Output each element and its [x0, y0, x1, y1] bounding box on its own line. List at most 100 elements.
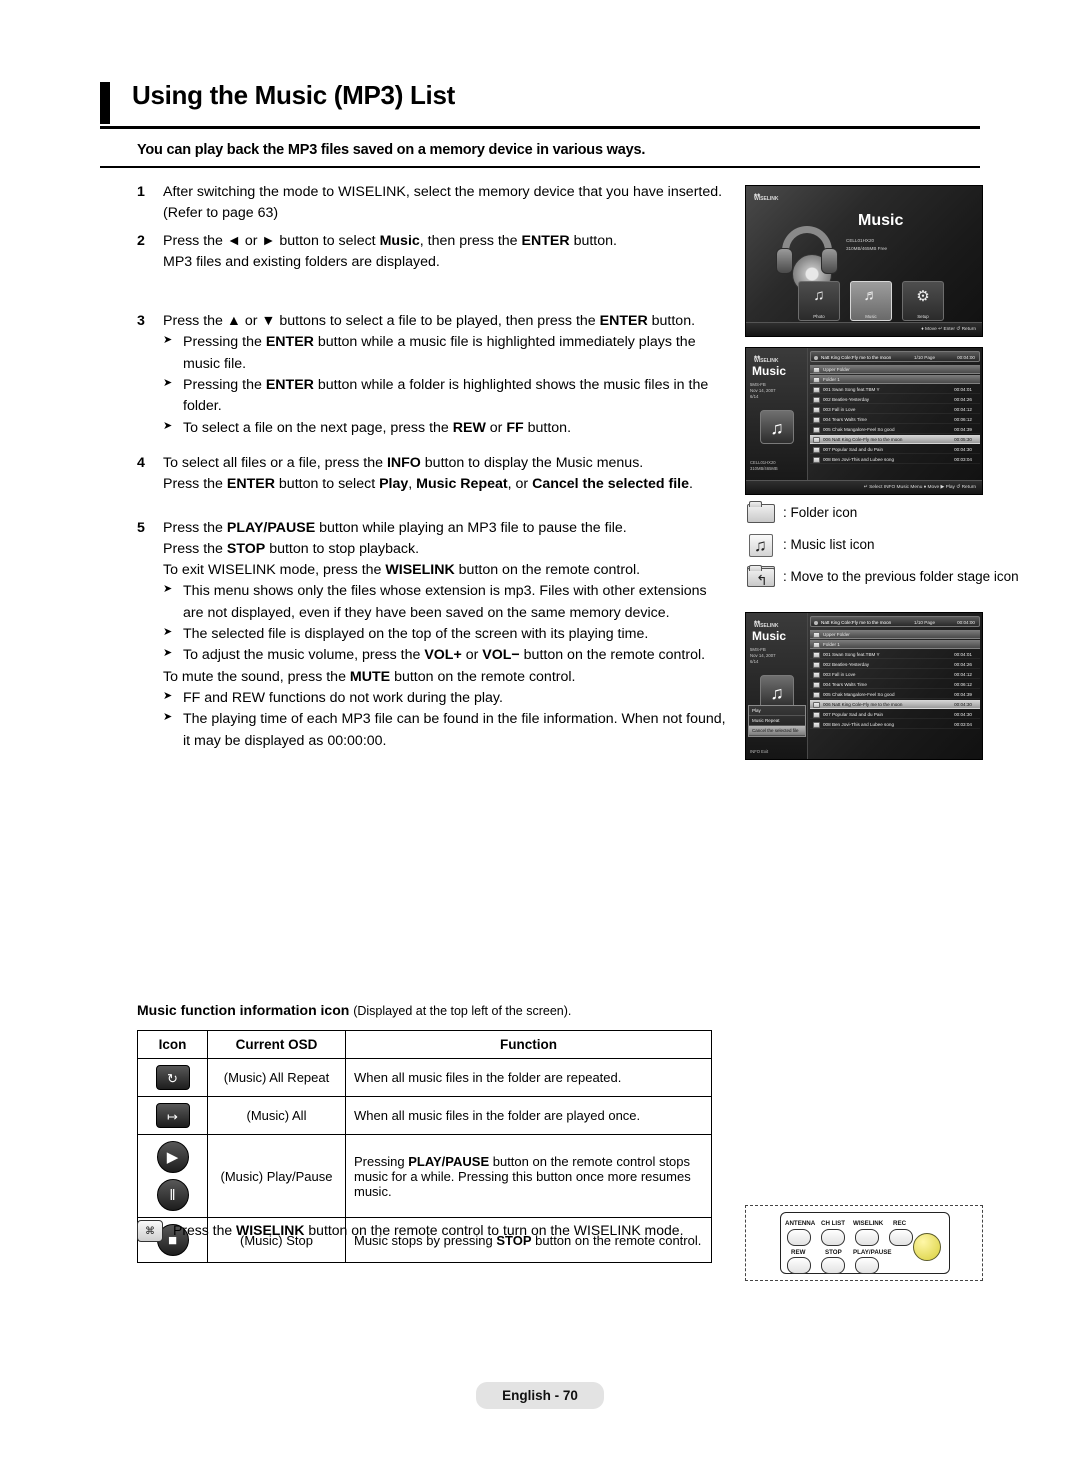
list-item[interactable]: 001 Swan Song feat.TBM Y 00:04:01	[810, 650, 980, 660]
stop-key[interactable]	[821, 1257, 845, 1274]
bullet-icon: ➤	[163, 419, 173, 432]
move-previous-folder-icon	[745, 564, 779, 590]
step-text-2: MP3 files and existing folders are displ…	[163, 253, 440, 270]
list-item[interactable]: 005 Chak Mangalore-Feel So good 00:04:39	[810, 425, 980, 435]
list-item-label: Folder 1	[823, 377, 840, 382]
folder-icon	[813, 376, 820, 383]
music-list-icon	[745, 532, 779, 559]
step-number: 3	[137, 313, 145, 330]
osd-title: Music	[752, 629, 787, 643]
list-item[interactable]: 002 Beatles-Yesterday 00:04:26	[810, 660, 980, 670]
table-row: ↦ (Music) All When all music files in th…	[137, 1096, 712, 1135]
legend-item-up-folder: : Move to the previous folder stage icon	[745, 564, 1045, 590]
step-5-bullet-5: ➤ The playing time of each MP3 file can …	[163, 711, 726, 749]
list-item-label: 008 Ben Jovi-This and Lubee song	[823, 722, 894, 727]
music-list-icon	[813, 386, 820, 393]
folder-icon	[813, 366, 820, 373]
list-item[interactable]: Upper Folder	[810, 630, 980, 640]
antenna-label: ANTENNA	[785, 1220, 816, 1227]
rew-key[interactable]	[787, 1257, 811, 1274]
list-item[interactable]: 008 Ben Jovi-This and Lubee song 00:03:0…	[810, 720, 980, 730]
list-item-time: 00:06:12	[954, 682, 972, 687]
osd-left-panel: ◆◆ WISELINK Music 5MS-FB Nov 14, 2007 6/1…	[746, 613, 808, 759]
list-item[interactable]: 004 Tears Walts Time 00:06:12	[810, 680, 980, 690]
pause-icon: ‖	[156, 1179, 189, 1211]
wiselink-label: WISELINK	[853, 1220, 884, 1227]
manual-page: Using the Music (MP3) List You can play …	[0, 0, 1080, 1482]
list-item-label: 003 Fall in Love	[823, 407, 856, 412]
step-4: 4 To select all files or a file, press t…	[137, 453, 727, 496]
list-item[interactable]: 007 Popular Sad and du Pain 00:04:30	[810, 445, 980, 455]
menu-item-cancel-selected-file[interactable]: Cancel the selected file	[749, 726, 805, 736]
music-list-icon	[813, 436, 820, 443]
list-item-label: 004 Tears Walts Time	[823, 682, 867, 687]
music-icon: ♬	[863, 287, 879, 304]
music-list-icon	[813, 396, 820, 403]
list-item[interactable]: 002 Beatles-Yesterday 00:04:26	[810, 395, 980, 405]
photo-tile[interactable]: ♫ Photo	[798, 281, 840, 321]
music-list-icon	[813, 721, 820, 728]
wiselink-logo: ◆◆ WISELINK	[754, 192, 779, 203]
music-tile[interactable]: ♬ Music	[850, 281, 892, 321]
list-item[interactable]: Folder 1	[810, 640, 980, 650]
antenna-key[interactable]	[787, 1229, 811, 1246]
ch-list-label: CH LIST	[821, 1220, 846, 1227]
list-item[interactable]: 003 Fall in Love 00:04:12	[810, 670, 980, 680]
list-item-label: 005 Chak Mangalore-Feel So good	[823, 692, 895, 697]
list-item-time: 00:04:30	[954, 447, 972, 452]
music-note-icon: ♫	[760, 410, 794, 444]
list-item[interactable]: 003 Fall in Love 00:04:12	[810, 405, 980, 415]
list-item[interactable]: Folder 1	[810, 375, 980, 385]
play-pause-key[interactable]	[855, 1257, 879, 1274]
osd-label: (Music) All	[207, 1096, 346, 1135]
step-text: Press the ◄ or ► button to select Music,…	[163, 232, 617, 249]
device-name: CELL01HX20	[846, 238, 875, 243]
step-5-trailing: To mute the sound, press the MUTE button…	[163, 668, 576, 685]
track-time: 00:04:00	[957, 620, 975, 625]
rec-key[interactable]	[889, 1229, 913, 1246]
page-number: English - 70	[476, 1382, 604, 1409]
list-item[interactable]: 004 Tears Walts Time 00:06:12	[810, 415, 980, 425]
table-row: ▶ ‖ (Music) Play/Pause Pressing PLAY/PAU…	[137, 1134, 712, 1218]
list-item-time: 00:04:39	[954, 692, 972, 697]
music-list-icon	[813, 661, 820, 668]
list-item-label: 002 Beatles-Yesterday	[823, 662, 870, 667]
ch-list-key[interactable]	[821, 1229, 845, 1246]
icon-table-heading: Music function information icon (Display…	[137, 1002, 712, 1018]
osd-left-panel: ◆◆ WISELINK Music 5MS-FB Nov 14, 2007 6/1…	[746, 348, 808, 494]
list-item-time: 00:04:01	[954, 652, 972, 657]
list-item[interactable]: 001 Swan Song feat.TBM Y 00:04:01	[810, 385, 980, 395]
folder-icon	[813, 641, 820, 648]
list-item-label: 002 Beatles-Yesterday	[823, 397, 870, 402]
list-item[interactable]: Upper Folder	[810, 365, 980, 375]
play-icon: ▶	[156, 1141, 189, 1173]
step-5-bullet-4: ➤ FF and REW functions do not work durin…	[163, 689, 503, 706]
legend-label: : Folder icon	[783, 505, 858, 520]
music-list-icon	[813, 456, 820, 463]
list-item[interactable]: 008 Ben Jovi-This and Lubee song 00:03:0…	[810, 455, 980, 465]
menu-item-music-repeat[interactable]: Music Repeat	[749, 716, 805, 726]
now-playing-bar: Natt King Cole:Fly me to the moon 1/10 P…	[810, 616, 980, 627]
setup-tile[interactable]: ⚙ Setup	[902, 281, 944, 321]
step-5-bullet-3: ➤ To adjust the music volume, press the …	[163, 647, 706, 664]
now-playing-title: Natt King Cole:Fly me to the moon	[821, 620, 892, 625]
badge-glyph: ↦	[155, 1103, 190, 1128]
list-item-selected[interactable]: 006 Natt King Cole-Fly me to the moon 00…	[810, 700, 980, 710]
step-text: To select all files or a file, press the…	[163, 454, 644, 471]
list-item[interactable]: 007 Popular Sad and du Pain 00:04:30	[810, 710, 980, 720]
bullet-icon: ➤	[163, 689, 173, 702]
list-item-label: Upper Folder	[823, 632, 850, 637]
step-number: 5	[137, 519, 145, 536]
menu-item-play[interactable]: Play	[749, 706, 805, 716]
page-indicator: 1/10 Page	[914, 620, 935, 625]
list-item-selected[interactable]: 006 Natt King Cole-Fly me to the moon 00…	[810, 435, 980, 445]
list-item-label: 001 Swan Song feat.TBM Y	[823, 387, 880, 392]
step-number: 1	[137, 184, 145, 200]
list-item-label: 006 Natt King Cole-Fly me to the moon	[823, 702, 903, 707]
wiselink-key[interactable]	[855, 1229, 879, 1246]
rew-label: REW	[791, 1249, 806, 1256]
music-menu-popup: Play Music Repeat Cancel the selected fi…	[748, 705, 806, 737]
step-5: 5 Press the PLAY/PAUSE button while play…	[137, 518, 727, 752]
list-item-label: 008 Ben Jovi-This and Lubee song	[823, 457, 894, 462]
list-item[interactable]: 005 Chak Mangalore-Feel So good 00:04:39	[810, 690, 980, 700]
